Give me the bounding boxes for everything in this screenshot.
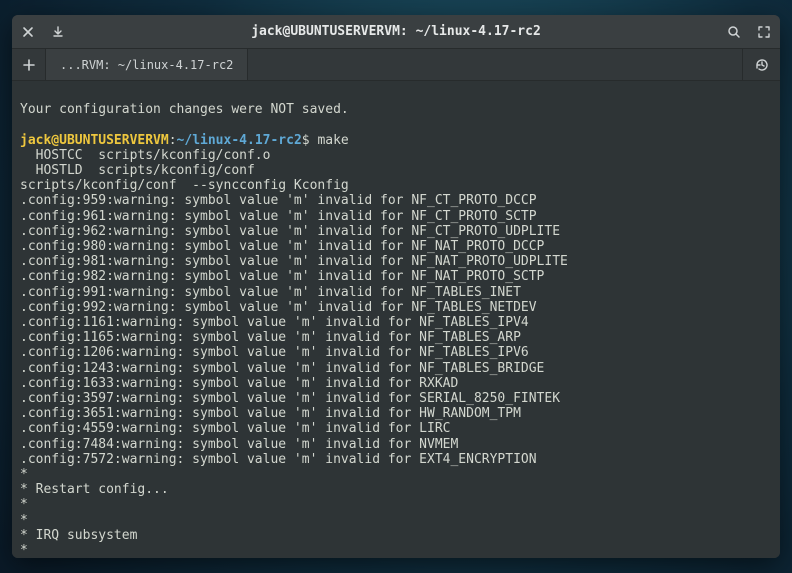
output-line: * IRQ subsystem: [20, 528, 137, 543]
prompt-dollar: $: [302, 133, 318, 148]
output-line: .config:991:warning: symbol value 'm' in…: [20, 285, 521, 300]
terminal-output: Your configuration changes were NOT save…: [20, 87, 772, 558]
prompt-user: jack@UBUNTUSERVERVM: [20, 133, 169, 148]
output-line: .config:962:warning: symbol value 'm' in…: [20, 224, 560, 239]
close-icon[interactable]: [18, 22, 38, 42]
output-line: .config:1633:warning: symbol value 'm' i…: [20, 376, 458, 391]
new-tab-button[interactable]: [12, 49, 46, 80]
tab-spacer: [248, 49, 742, 80]
output-line: .config:1161:warning: symbol value 'm' i…: [20, 315, 529, 330]
download-icon[interactable]: [48, 22, 68, 42]
output-line: .config:4559:warning: symbol value 'm' i…: [20, 421, 450, 436]
history-icon[interactable]: [742, 49, 780, 80]
output-line: .config:981:warning: symbol value 'm' in…: [20, 254, 568, 269]
prompt-colon: :: [169, 133, 177, 148]
output-line: HOSTCC scripts/kconfig/conf.o: [20, 148, 270, 163]
output-line: .config:3597:warning: symbol value 'm' i…: [20, 391, 560, 406]
output-line: .config:959:warning: symbol value 'm' in…: [20, 193, 537, 208]
output-line: *: [20, 467, 28, 482]
titlebar: jack@UBUNTUSERVERVM: ~/linux-4.17-rc2: [12, 15, 780, 49]
output-line: Your configuration changes were NOT save…: [20, 102, 349, 117]
output-line: .config:1206:warning: symbol value 'm' i…: [20, 345, 529, 360]
terminal-area[interactable]: Your configuration changes were NOT save…: [12, 81, 780, 558]
prompt-path: ~/linux-4.17-rc2: [177, 133, 302, 148]
tab-label: ...RVM: ~/linux-4.17-rc2: [60, 58, 233, 72]
output-line: .config:7484:warning: symbol value 'm' i…: [20, 437, 458, 452]
window-title: jack@UBUNTUSERVERVM: ~/linux-4.17-rc2: [68, 24, 724, 39]
output-line: .config:980:warning: symbol value 'm' in…: [20, 239, 544, 254]
output-line: .config:992:warning: symbol value 'm' in…: [20, 300, 537, 315]
command-text: make: [317, 133, 348, 148]
output-line: scripts/kconfig/conf --syncconfig Kconfi…: [20, 178, 349, 193]
output-line: *: [20, 543, 28, 558]
output-line: .config:1165:warning: symbol value 'm' i…: [20, 330, 521, 345]
output-line: .config:961:warning: symbol value 'm' in…: [20, 209, 537, 224]
output-line: HOSTLD scripts/kconfig/conf: [20, 163, 255, 178]
fullscreen-icon[interactable]: [754, 22, 774, 42]
tab-0[interactable]: ...RVM: ~/linux-4.17-rc2: [46, 49, 248, 80]
output-line: .config:7572:warning: symbol value 'm' i…: [20, 452, 537, 467]
terminal-window: jack@UBUNTUSERVERVM: ~/linux-4.17-rc2 ..…: [12, 15, 780, 558]
output-line: *: [20, 497, 28, 512]
search-icon[interactable]: [724, 22, 744, 42]
output-line: .config:1243:warning: symbol value 'm' i…: [20, 361, 544, 376]
output-line: .config:982:warning: symbol value 'm' in…: [20, 269, 544, 284]
output-line: * Restart config...: [20, 482, 169, 497]
output-line: .config:3651:warning: symbol value 'm' i…: [20, 406, 521, 421]
tab-bar: ...RVM: ~/linux-4.17-rc2: [12, 49, 780, 81]
output-line: *: [20, 513, 28, 528]
